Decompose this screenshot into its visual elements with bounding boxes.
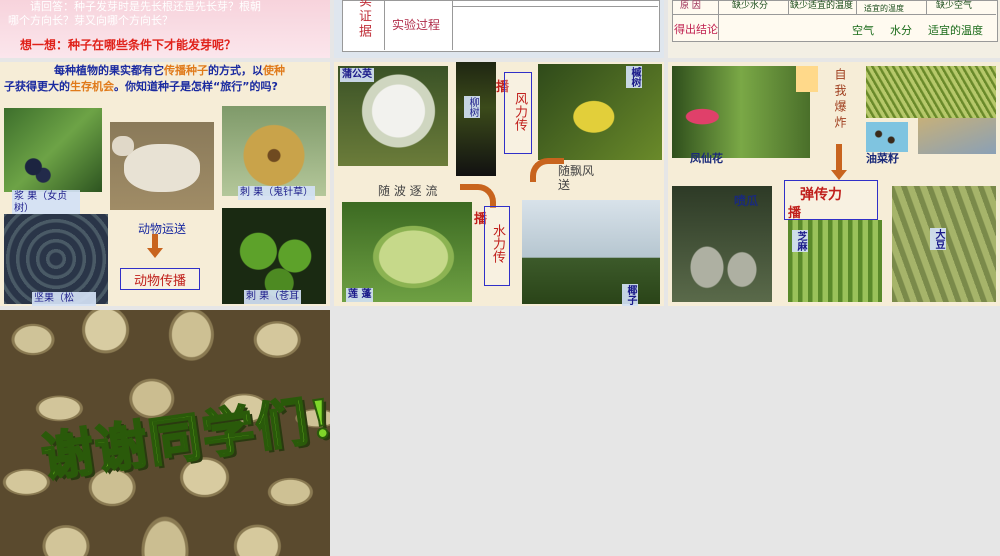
slide1-line2: 哪个方向长？芽又向哪个方向长？ — [8, 14, 173, 27]
lotus-seedpod-photo — [342, 202, 472, 302]
slide1-question: 想一想：种子在哪些条件下才能发芽呢？ — [20, 38, 237, 52]
caption-cocklebur: 刺 果（苍耳 — [244, 290, 302, 304]
beggar-ticks-photo — [222, 106, 326, 196]
label-maple: 槭树 — [626, 66, 642, 88]
slide2-label-shi: 实证据 — [356, 0, 371, 39]
maple-seed-photo — [538, 64, 662, 160]
rapeseed-pod-photo — [918, 118, 996, 154]
self-burst-label: 自我爆炸 — [833, 68, 847, 132]
slide-thumbnail-3[interactable]: 原 因 缺少水分 缺少适宜的温度 适宜的温度 缺少空气 得出结论 空气 水分 适… — [668, 0, 1000, 58]
willow-photo — [456, 62, 496, 176]
slide4-intro-line2: 子获得更大的生存机会。你知道种子是怎样“旅行”的吗? — [4, 80, 278, 93]
label-lotus: 莲 蓬 — [346, 288, 374, 302]
bo-text: 播 — [788, 206, 802, 221]
table-cell: 缺少适宜的温度 — [790, 1, 854, 11]
table-header-conclusion: 得出结论 — [674, 23, 718, 36]
table-cell: 缺少水分 — [732, 1, 769, 11]
wind-spread-label: 风力传 — [512, 92, 527, 131]
slide-thumbnail-5[interactable]: 蒲公英 柳树 播 风力传 槭树 随飘风送 随 波 逐 流 莲 蓬 播 水力传 椰… — [334, 62, 664, 306]
rapeseed-photo — [866, 66, 996, 118]
label-coconut: 椰子 — [622, 284, 638, 306]
elastic-spread-label: 弹传力 — [800, 187, 842, 203]
coconut-palm-photo — [522, 200, 660, 304]
slide-thumbnail-7[interactable]: 谢谢同学们! — [0, 310, 330, 556]
rapeseed-grains-photo — [866, 122, 908, 152]
label-sesame: 芝麻 — [792, 230, 808, 252]
slide-thumbnail-6[interactable]: 凤仙花 自我爆炸 油菜籽 弹传力 播 喷瓜 芝麻 大豆 — [668, 62, 1000, 306]
arrow-down-icon — [152, 234, 158, 248]
impatiens-photo — [672, 66, 810, 158]
conclusion-air: 空气 — [852, 24, 874, 37]
arrow-down-icon — [147, 248, 163, 258]
pine-cone-photo — [4, 214, 108, 304]
table-header-reason: 原 因 — [680, 1, 701, 11]
water-spread-label: 水力传 — [490, 224, 505, 263]
wind-drift-label: 随飘风送 — [558, 164, 595, 192]
squirting-cucumber-label: 喷瓜 — [734, 194, 759, 208]
label-dandelion: 蒲公英 — [340, 68, 374, 82]
animal-transport-label: 动物运送 — [138, 222, 187, 236]
arrow-down-icon — [836, 144, 842, 170]
caption-beggar-ticks: 刺 果（鬼针草） — [238, 186, 316, 200]
rapeseed-label: 油菜籽 — [866, 152, 899, 165]
conclusion-water: 水分 — [890, 24, 912, 37]
table-cell: 缺少空气 — [936, 1, 973, 11]
thanks-title: 谢谢同学们! — [37, 387, 330, 490]
slide-thumbnail-2[interactable]: 实证据 实验过程 — [334, 0, 664, 58]
label-soybean: 大豆 — [930, 228, 946, 250]
caption-pine: 坚果（松 — [32, 292, 96, 306]
table-cell: 适宜的温度 — [864, 4, 904, 13]
sheep-photo — [110, 122, 214, 210]
animal-spread-label: 动物传播 — [134, 274, 187, 289]
caption-privet: 浆 果（女贞树） — [12, 190, 80, 216]
arrow-down-icon — [831, 170, 847, 180]
slide-thumbnail-1[interactable]: 请回答：种子发芽时是先长根还是先长芽？根朝 哪个方向长？芽又向哪个方向长？ 想一… — [0, 0, 330, 58]
slide-thumbnail-4[interactable]: 每种植物的果实都有它传播种子的方式，以使种 子获得更大的生存机会。你知道种子是怎… — [0, 62, 330, 306]
slide2-process: 实验过程 — [392, 18, 441, 32]
wave-label: 随 波 逐 流 — [378, 184, 438, 198]
privet-berry-photo — [4, 108, 102, 192]
slide4-intro-line1: 每种植物的果实都有它传播种子的方式，以使种 — [54, 64, 285, 77]
label-willow: 柳树 — [464, 96, 480, 118]
impatiens-label: 凤仙花 — [690, 152, 723, 165]
conclusion-temp: 适宜的温度 — [928, 24, 983, 37]
